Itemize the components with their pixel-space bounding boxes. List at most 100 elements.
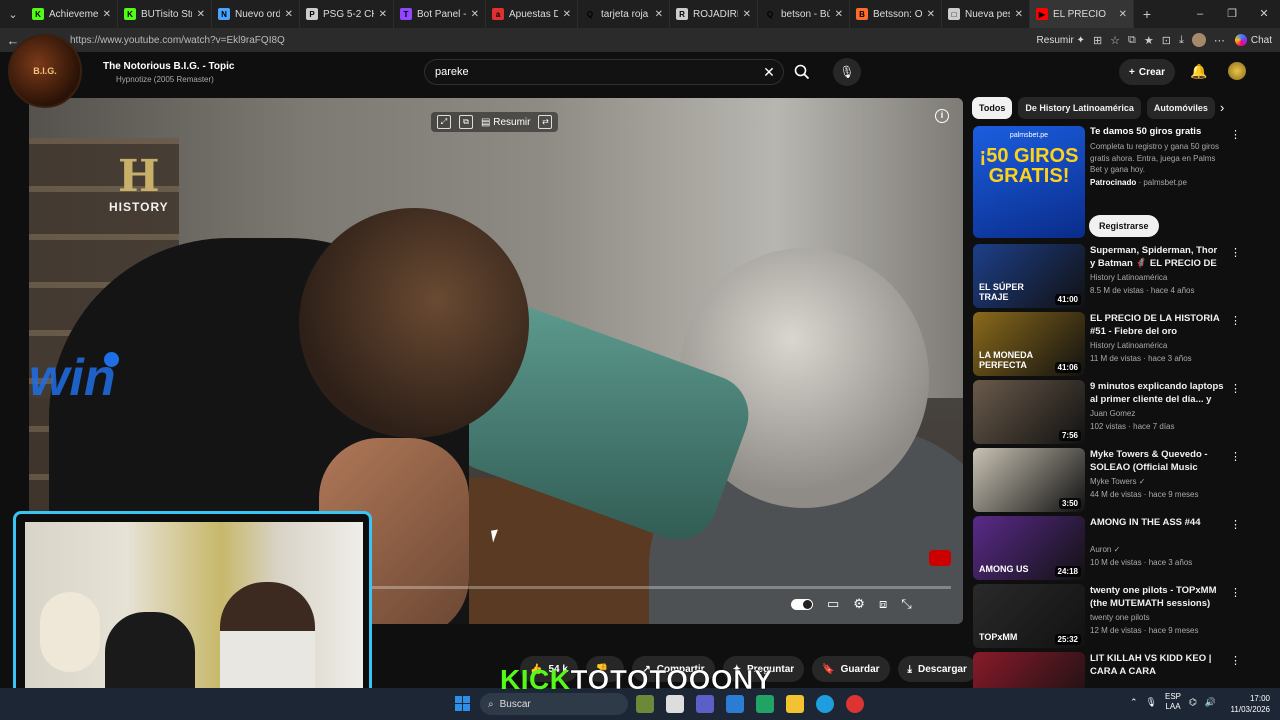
read-aloud-icon[interactable]: ⊞: [1093, 34, 1102, 47]
taskbar-clock[interactable]: 17:00 11/03/2026: [1220, 693, 1270, 715]
summarize-video-button[interactable]: ▤ Resumir: [481, 117, 530, 128]
video-more-icon[interactable]: ⋮: [1230, 586, 1241, 599]
tab-close-icon[interactable]: ✕: [563, 9, 571, 20]
video-channel[interactable]: History Latinoamérica: [1090, 341, 1167, 350]
browser-tab[interactable]: N Nuevo orden ✕: [212, 0, 300, 28]
tray-mic-icon[interactable]: 🎙: [1146, 697, 1157, 708]
tray-network-icon[interactable]: ⌬: [1189, 697, 1197, 708]
file-explorer-icon[interactable]: [786, 695, 804, 713]
video-more-icon[interactable]: ⋮: [1230, 382, 1241, 395]
browser-tab[interactable]: a Apuestas Depor ✕: [486, 0, 578, 28]
ad-thumbnail[interactable]: palmsbet.pe ¡50 GIROS GRATIS!: [973, 126, 1085, 238]
video-more-icon[interactable]: ⋮: [1230, 518, 1241, 531]
video-more-icon[interactable]: ⋮: [1230, 246, 1241, 259]
task-view-icon[interactable]: [666, 695, 684, 713]
browser-tab[interactable]: T Bot Panel - View ✕: [394, 0, 486, 28]
ad-title[interactable]: Te damos 50 giros gratis: [1090, 126, 1201, 137]
info-icon[interactable]: i: [935, 109, 949, 123]
new-tab-button[interactable]: +: [1134, 6, 1160, 22]
account-avatar[interactable]: [1228, 62, 1246, 80]
video-more-icon[interactable]: ⋮: [1230, 450, 1241, 463]
tab-close-icon[interactable]: ✕: [471, 9, 479, 20]
video-channel[interactable]: Auron ✓: [1090, 545, 1120, 554]
voice-search-button[interactable]: 🎙: [833, 58, 861, 86]
tab-close-icon[interactable]: ✕: [285, 9, 293, 20]
favorite-star-icon[interactable]: ☆: [1110, 34, 1120, 47]
download-icon[interactable]: ⤓: [1179, 34, 1184, 47]
video-more-icon[interactable]: ⋮: [1230, 654, 1241, 667]
browser-tab[interactable]: P PSG 5-2 CHE | ✕: [300, 0, 394, 28]
video-title[interactable]: twenty one pilots - TOPxMM (the MUTEMATH…: [1090, 584, 1224, 610]
clear-search-icon[interactable]: ✕: [755, 64, 783, 81]
video-thumbnail[interactable]: LA MONEDA PERFECTA 41:06: [973, 312, 1085, 376]
tab-close-icon[interactable]: ✕: [835, 9, 843, 20]
video-thumbnail[interactable]: AMONG US 24:18: [973, 516, 1085, 580]
download-button[interactable]: ⤓ Descargar: [897, 656, 977, 682]
video-title[interactable]: Superman, Spiderman, Thor y Batman 🦸 EL …: [1090, 244, 1224, 270]
browser-tab[interactable]: ▶ EL PRECIO ✕: [1030, 0, 1134, 28]
teams-app-icon[interactable]: [696, 695, 714, 713]
subtitles-icon[interactable]: ▭: [827, 596, 839, 612]
video-title[interactable]: Myke Towers & Quevedo - SOLEAO (Official…: [1090, 448, 1224, 474]
miniplayer-icon[interactable]: ⧈: [879, 596, 887, 612]
tab-close-icon[interactable]: ✕: [197, 9, 205, 20]
fullscreen-icon[interactable]: ⤡: [901, 596, 911, 612]
sponsored-ad[interactable]: palmsbet.pe ¡50 GIROS GRATIS! Te damos 5…: [972, 126, 1242, 238]
minimize-icon[interactable]: –: [1184, 0, 1216, 28]
widgets-app-icon[interactable]: [636, 695, 654, 713]
video-channel[interactable]: History Latinoamérica: [1090, 273, 1167, 282]
browser-tab[interactable]: B Betsson: Obtén ✕: [850, 0, 942, 28]
video-thumbnail[interactable]: TOPxMM 25:32: [973, 584, 1085, 648]
video-thumbnail[interactable]: EL SÚPER TRAJE 41:00: [973, 244, 1085, 308]
video-channel[interactable]: Myke Towers ✓: [1090, 477, 1145, 486]
extensions-icon[interactable]: ⧉: [1128, 34, 1136, 47]
tab-actions-menu[interactable]: ⌄: [0, 0, 26, 28]
tray-chevron-icon[interactable]: ⌃: [1130, 697, 1138, 708]
browser-tab[interactable]: □ Nueva pestaña ✕: [942, 0, 1030, 28]
recommended-video[interactable]: 7:56 9 minutos explicando laptops al prim…: [972, 380, 1242, 444]
video-title[interactable]: AMONG IN THE ASS #44: [1090, 516, 1224, 529]
favorites-icon[interactable]: ★: [1144, 34, 1154, 47]
windows-start-icon[interactable]: [455, 696, 470, 711]
browser-tab[interactable]: K BUTisito Stream ✕: [118, 0, 212, 28]
translate-icon[interactable]: ⇄: [538, 115, 553, 129]
browser-tab[interactable]: R ROJADIRE ✕: [670, 0, 758, 28]
notifications-bell-icon[interactable]: 🔔: [1190, 63, 1207, 80]
url-field[interactable]: https://www.youtube.com/watch?v=Ekl9raFQ…: [70, 35, 1037, 46]
tab-close-icon[interactable]: ✕: [1119, 9, 1127, 20]
video-thumbnail[interactable]: 3:50: [973, 448, 1085, 512]
ad-register-button[interactable]: Registrarse: [1089, 215, 1159, 237]
more-menu-icon[interactable]: ⋯: [1214, 34, 1225, 47]
maximize-icon[interactable]: ❐: [1216, 0, 1248, 28]
keyboard-language[interactable]: ESP LAA: [1165, 692, 1181, 712]
screenshot-icon[interactable]: ⧉: [459, 115, 473, 129]
browser-profile-avatar[interactable]: [1191, 33, 1206, 47]
chip-all[interactable]: Todos: [972, 97, 1013, 119]
create-button[interactable]: + Crear: [1119, 59, 1175, 85]
chip-cars[interactable]: Automóviles: [1146, 97, 1215, 119]
tray-volume-icon[interactable]: 🔊: [1205, 697, 1216, 708]
close-window-icon[interactable]: ✕: [1248, 0, 1280, 28]
recommended-video[interactable]: TOPxMM 25:32 twenty one pilots - TOPxMM (t…: [972, 584, 1242, 648]
video-channel[interactable]: twenty one pilots: [1090, 613, 1150, 622]
tab-close-icon[interactable]: ✕: [655, 9, 663, 20]
summarize-button[interactable]: Resumir ✦: [1037, 35, 1085, 46]
video-title[interactable]: LIT KILLAH VS KIDD KEO | CARA A CARA: [1090, 652, 1224, 678]
save-button[interactable]: 🔖 Guardar: [812, 656, 890, 682]
word-app-icon[interactable]: [726, 695, 744, 713]
tab-close-icon[interactable]: ✕: [103, 9, 111, 20]
edge-browser-icon[interactable]: [816, 695, 834, 713]
copilot-chat-button[interactable]: Chat: [1234, 34, 1272, 46]
search-input[interactable]: [435, 66, 755, 78]
browser-tab[interactable]: Qbetson - Búsque ✕: [758, 0, 850, 28]
recommended-video[interactable]: LA MONEDA PERFECTA 41:06 EL PRECIO DE LA H…: [972, 312, 1242, 376]
video-thumbnail[interactable]: 7:56: [973, 380, 1085, 444]
tab-close-icon[interactable]: ✕: [1015, 9, 1023, 20]
chips-next-chevron-icon[interactable]: ›: [1220, 100, 1224, 115]
settings-gear-icon[interactable]: ⚙: [853, 596, 865, 612]
ad-more-icon[interactable]: ⋮: [1230, 128, 1241, 141]
video-title[interactable]: 9 minutos explicando laptops al primer c…: [1090, 380, 1224, 406]
taskbar-search[interactable]: ⌕ Buscar: [480, 693, 628, 715]
resize-icon[interactable]: ⤢: [437, 115, 451, 129]
video-more-icon[interactable]: ⋮: [1230, 314, 1241, 327]
